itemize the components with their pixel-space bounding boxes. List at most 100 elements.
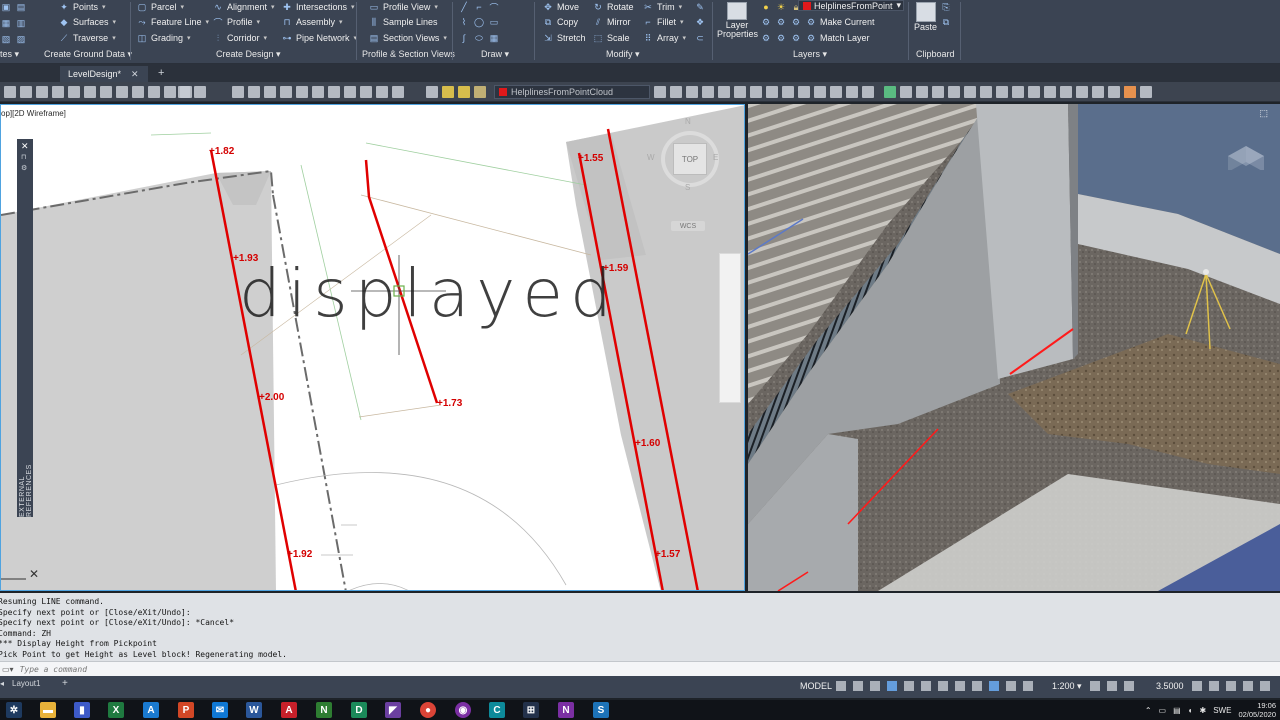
points-menu[interactable]: ✦ Points ▾ <box>58 0 105 14</box>
elevation-value[interactable]: 3.5000 <box>1156 681 1184 691</box>
chevron-up-icon[interactable]: ⌃ <box>1145 706 1152 715</box>
panel-title-create-design[interactable]: Create Design ▾ <box>216 49 281 61</box>
sample-lines-button[interactable]: ⫼ Sample Lines <box>368 15 438 29</box>
scale-button[interactable]: ⬚ Scale <box>592 31 630 45</box>
dimension-tools[interactable] <box>884 86 1136 98</box>
layer-icons-row1[interactable]: ● ☀ 🔒︎ <box>760 0 802 14</box>
autocad-icon[interactable]: A <box>281 702 297 718</box>
language-indicator[interactable]: SWE <box>1213 706 1231 715</box>
draw-row-1[interactable]: ╱ ⌐ ⌒ <box>458 0 500 14</box>
compass-east[interactable]: E <box>713 153 718 162</box>
misc-tools[interactable] <box>1124 86 1152 98</box>
ribbon-left-icons[interactable]: ▧ ▨ <box>0 32 27 46</box>
clipboard-icons[interactable]: ⧉ <box>940 15 952 29</box>
level-label[interactable]: +2.00 <box>259 392 284 403</box>
command-menu-icon[interactable]: ▭▾ <box>2 665 14 674</box>
civil3d-active-icon[interactable]: C <box>489 702 505 718</box>
level-label[interactable]: +1.60 <box>635 438 660 449</box>
modify-extra-icons[interactable]: ⊂ <box>694 31 706 45</box>
external-references-palette[interactable]: ✕ ⊓ ⚙ EXTERNAL REFERENCES <box>17 139 33 517</box>
model-space-toggle[interactable]: MODEL <box>800 681 832 691</box>
pipe-network-menu[interactable]: ⊶Pipe Network▾ <box>281 31 358 45</box>
navigation-bar[interactable] <box>719 253 741 403</box>
feature-line-menu[interactable]: ⤳ Feature Line ▾ <box>136 15 209 29</box>
section-views-menu[interactable]: ▤ Section Views ▾ <box>368 31 447 45</box>
civil3d-icon[interactable]: A <box>143 702 159 718</box>
ribbon-left-icons[interactable]: ▣ ▤ <box>0 0 27 14</box>
close-icon[interactable]: ✕ <box>21 141 29 152</box>
undo-redo-tools[interactable] <box>178 86 206 98</box>
level-label[interactable]: +1.59 <box>603 263 628 274</box>
modify-extra-icons[interactable]: ❖ <box>694 15 706 29</box>
settings-icon[interactable]: ⚙ <box>21 164 27 172</box>
modify-extra-icons[interactable]: ✎ <box>694 0 706 14</box>
move-button[interactable]: ✥ Move <box>542 0 579 14</box>
draw-modify-tools[interactable] <box>654 86 874 98</box>
panel-title-draw[interactable]: Draw ▾ <box>481 49 509 61</box>
clock[interactable]: 19:06 02/05/2020 <box>1238 701 1276 719</box>
close-icon[interactable]: ✕ <box>131 69 139 80</box>
match-layer-button[interactable]: ⚙ ⚙ ⚙ ⚙ Match Layer <box>760 31 870 45</box>
viewport-label[interactable]: op][2D Wireframe] <box>1 109 66 118</box>
array-menu[interactable]: ⠿ Array ▾ <box>642 31 686 45</box>
visual-studio-icon[interactable]: ◤ <box>385 702 401 718</box>
intersections-menu[interactable]: ✚ Intersections ▾ <box>281 0 354 14</box>
command-input[interactable] <box>19 664 620 674</box>
make-current-button[interactable]: ⚙ ⚙ ⚙ ⚙ Make Current <box>760 15 875 29</box>
level-label[interactable]: +1.93 <box>233 253 258 264</box>
outlook-icon[interactable]: ✉ <box>212 702 228 718</box>
tab-leveldesign[interactable]: LevelDesign* ✕ <box>60 66 148 82</box>
view-tools[interactable] <box>232 86 404 98</box>
profile-view-menu[interactable]: ▭ Profile View ▾ <box>368 0 438 14</box>
level-label[interactable]: +1.82 <box>209 146 234 157</box>
app-icon[interactable]: S <box>593 702 609 718</box>
point-cloud-viewport[interactable]: ⬚ <box>748 104 1280 591</box>
close-icon[interactable]: ✕ <box>29 567 39 581</box>
layer-dropdown-toolbar[interactable]: HelplinesFromPointCloud <box>494 85 650 99</box>
bluetooth-icon[interactable]: ✱ <box>1200 706 1207 715</box>
assembly-menu[interactable]: ⊓ Assembly ▾ <box>281 15 342 29</box>
copy-button[interactable]: ⧉ Copy <box>542 15 578 29</box>
viewport-maximize-icon[interactable]: ⬚ <box>1259 108 1268 119</box>
pin-icon[interactable]: ⊓ <box>21 153 26 161</box>
parcel-menu[interactable]: ▢ Parcel ▾ <box>136 0 184 14</box>
onenote-icon[interactable]: N <box>558 702 574 718</box>
drawing-canvas[interactable] <box>1 105 745 591</box>
compass-west[interactable]: W <box>647 153 655 162</box>
rotate-button[interactable]: ↻ Rotate <box>592 0 633 14</box>
paste-button[interactable]: Paste <box>914 2 937 32</box>
level-label[interactable]: +1.55 <box>578 153 603 164</box>
level-label[interactable]: +1.73 <box>437 398 462 409</box>
tab-layout1[interactable]: Layout1 <box>12 679 40 688</box>
profile-menu[interactable]: ⌒ Profile ▾ <box>212 15 260 29</box>
ribbon-left-icons[interactable]: ▦ ▥ <box>0 16 27 30</box>
annotation-scale[interactable]: 1:200 ▾ <box>1052 681 1082 692</box>
alignment-menu[interactable]: ∿ Alignment ▾ <box>212 0 274 14</box>
file-tools[interactable] <box>4 86 192 98</box>
cube-icon[interactable] <box>1220 110 1272 172</box>
clipboard-icons[interactable]: ⎘ <box>940 0 952 14</box>
stretch-button[interactable]: ⇲ Stretch <box>542 31 585 45</box>
volume-icon[interactable]: ◖ <box>1188 706 1193 715</box>
drafting-toggles[interactable] <box>836 681 1033 691</box>
recap-icon[interactable]: D <box>351 702 367 718</box>
mirror-button[interactable]: ⫽ Mirror <box>592 15 631 29</box>
viewcube-top[interactable]: TOP <box>673 143 707 175</box>
viewcube-3d[interactable] <box>1220 110 1272 172</box>
level-label[interactable]: +1.57 <box>655 549 680 560</box>
layer-properties-button[interactable]: Layer Properties <box>717 2 758 39</box>
compass-north[interactable]: N <box>685 117 691 126</box>
app-icon[interactable]: ⊞ <box>523 702 539 718</box>
trim-menu[interactable]: ✂ Trim ▾ <box>642 0 682 14</box>
app-icon[interactable]: ◉ <box>455 702 471 718</box>
navisworks-icon[interactable]: N <box>316 702 332 718</box>
panel-title-profile-section[interactable]: Profile & Section Views <box>362 49 455 61</box>
corridor-menu[interactable]: ⫶ Corridor ▾ <box>212 31 267 45</box>
excel-icon[interactable]: X <box>108 702 124 718</box>
fillet-menu[interactable]: ⌐ Fillet ▾ <box>642 15 683 29</box>
workspace-icons[interactable] <box>1090 681 1134 691</box>
traverse-menu[interactable]: ⟋ Traverse ▾ <box>58 31 116 45</box>
point-cloud-render[interactable] <box>748 104 1280 591</box>
panel-title-create-ground-data[interactable]: Create Ground Data ▾ <box>44 49 132 61</box>
add-tab-button[interactable]: + <box>158 67 164 79</box>
